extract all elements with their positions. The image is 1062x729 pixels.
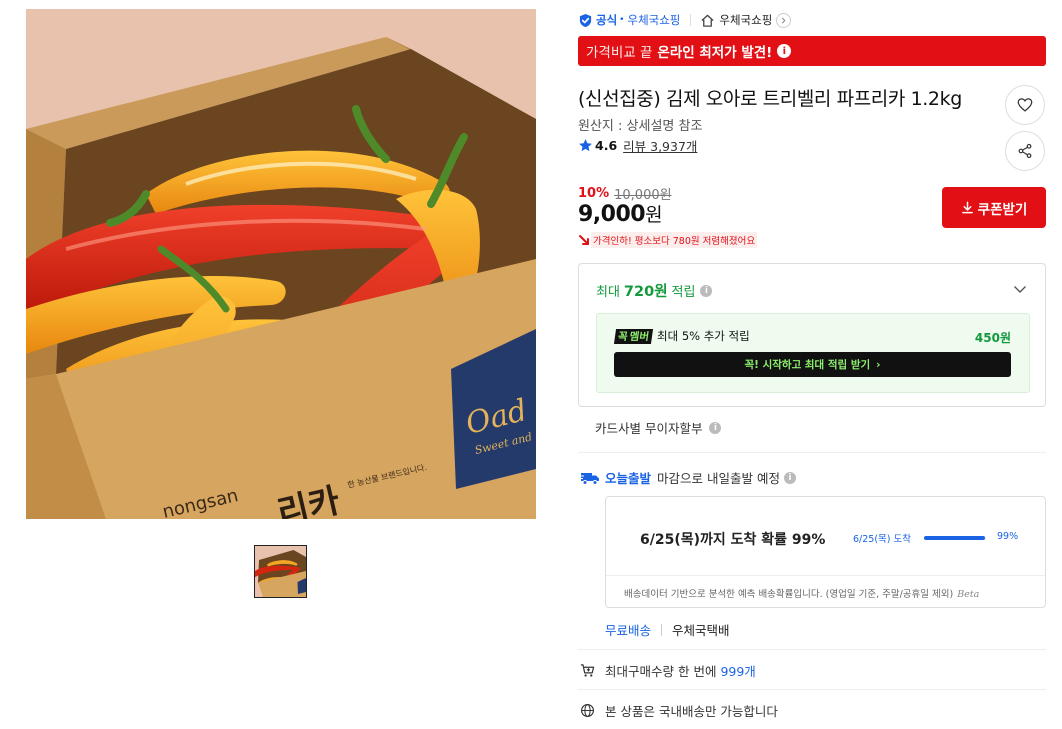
review-count-link[interactable]: 리뷰 3,937개 — [623, 136, 697, 155]
arrival-note: 배송데이터 기반으로 분석한 예측 배송확률입니다. (영업일 기준, 주말/공… — [624, 586, 979, 600]
points-info-icon[interactable]: i — [700, 284, 713, 297]
store-divider — [690, 14, 692, 26]
price-drop-row: 가격인하! 평소보다 780원 저렴해졌어요 — [578, 232, 758, 248]
member-logo-b: 멤버 — [628, 330, 650, 343]
section-divider — [578, 649, 1046, 650]
sale-price-number: 9,000 — [578, 202, 646, 227]
arrival-date-label: 6/25(목) 도착 — [853, 534, 911, 545]
card-installment-row[interactable]: 카드사별 무이자할부 i — [595, 418, 722, 437]
store-chevron-button[interactable] — [776, 12, 792, 28]
points-prefix: 최대 — [596, 285, 620, 300]
official-store-link[interactable]: 우체국쇼핑 — [627, 12, 680, 28]
arrival-note-text: 배송데이터 기반으로 분석한 예측 배송확률입니다. (영업일 기준, 주말/공… — [624, 589, 954, 600]
cart-icon — [580, 664, 595, 677]
arrival-probability-fill — [924, 536, 986, 540]
price-drop-note: 가격인하! 평소보다 780원 저렴해졌어요 — [591, 232, 758, 248]
member-cta-label: 꼭! 시작하고 최대 적립 받기 — [744, 359, 871, 371]
domestic-only-row: 본 상품은 국내배송만 가능합니다 — [580, 701, 778, 720]
arrival-probability-box: 6/25(목)까지 도착 확률 99% 6/25(목) 도착 99% 배송데이터… — [605, 496, 1046, 608]
member-benefit-box: 꼭 멤버 최대 5% 추가 적립 450원 꼭! 시작하고 최대 적립 받기 › — [596, 313, 1030, 393]
domestic-only-text: 본 상품은 국내배송만 가능합니다 — [605, 704, 778, 719]
shield-check-icon — [579, 13, 592, 27]
share-icon — [1018, 143, 1032, 159]
share-button[interactable] — [1005, 131, 1045, 171]
shipping-divider — [661, 623, 663, 636]
section-divider — [578, 452, 1046, 453]
rating-row: 4.6 리뷰 3,937개 — [578, 136, 697, 155]
truck-icon — [580, 472, 599, 485]
ship-deadline-text: 마감으로 내일출발 예정 — [657, 471, 780, 486]
delivery-info-icon[interactable]: i — [783, 471, 796, 484]
chevron-right-icon — [782, 17, 786, 23]
store-name-link[interactable]: 우체국쇼핑 — [719, 12, 772, 28]
member-signup-button[interactable]: 꼭! 시작하고 최대 적립 받기 › — [614, 352, 1011, 377]
price-down-icon — [579, 235, 589, 245]
chevron-down-icon[interactable] — [1012, 281, 1028, 297]
delivery-header: 오늘출발 마감으로 내일출발 예정 i — [580, 468, 796, 487]
points-amount: 720원 — [623, 284, 668, 300]
member-logo-a: 꼭 — [617, 330, 629, 343]
sale-price: 9,000원 — [578, 200, 663, 227]
today-ship-label: 오늘출발 — [605, 471, 652, 486]
home-icon — [701, 14, 714, 27]
beta-tag: Beta — [957, 589, 980, 600]
arrival-headline: 6/25(목)까지 도착 확률 99% — [640, 532, 826, 548]
points-panel: 최대 720원 적립 i 꼭 멤버 최대 5% 추가 적립 450원 꼭! 시작… — [578, 263, 1046, 407]
thumbnail-image — [255, 546, 306, 597]
paprika-box-illustration: Oad Sweet and nongsan 리카 한 농산물 브랜드입니다. — [26, 9, 536, 519]
arrival-percent: 99% — [997, 531, 1019, 542]
official-label: 공식 — [596, 13, 618, 27]
arrival-probability-bar — [924, 536, 986, 540]
points-suffix: 적립 — [671, 285, 696, 300]
banner-highlight: 온라인 최저가 발견! — [657, 45, 773, 61]
card-installment-text: 카드사별 무이자할부 — [595, 421, 703, 436]
rating-score: 4.6 — [595, 138, 618, 153]
coupon-download-button[interactable]: 쿠폰받기 — [942, 187, 1046, 228]
separator-dot: • — [619, 15, 625, 25]
lowest-price-banner[interactable]: 가격비교 끝 온라인 최저가 발견! i — [578, 36, 1046, 66]
product-thumbnail[interactable] — [254, 545, 307, 598]
star-icon — [579, 139, 592, 152]
official-badge[interactable]: 공식 — [578, 12, 617, 28]
member-logo: 꼭 멤버 — [613, 328, 654, 344]
member-benefit-text: 최대 5% 추가 적립 — [657, 329, 750, 343]
sale-price-unit: 원 — [645, 204, 663, 226]
carrier-name: 우체국택배 — [672, 623, 730, 638]
purchase-limit-text: 최대구매수량 한 번에 — [605, 664, 717, 679]
section-divider — [578, 689, 1046, 690]
store-row: 공식 • 우체국쇼핑 우체국쇼핑 — [578, 11, 792, 29]
product-origin: 원산지 : 상세설명 참조 — [578, 119, 703, 134]
member-points-amount: 450원 — [974, 331, 1011, 345]
arrival-divider — [606, 575, 1045, 576]
product-main-image: Oad Sweet and nongsan 리카 한 농산물 브랜드입니다. — [26, 9, 536, 519]
purchase-limit-row: 최대구매수량 한 번에 999개 — [580, 661, 756, 680]
discount-rate: 10% — [578, 186, 610, 201]
points-header[interactable]: 최대 720원 적립 i — [596, 280, 713, 301]
product-title: (신선집중) 김제 오아로 트리벨리 파프리카 1.2kg — [578, 88, 962, 110]
free-shipping-label: 무료배송 — [605, 623, 652, 638]
purchase-limit-qty: 999개 — [720, 664, 756, 679]
coupon-button-label: 쿠폰받기 — [977, 201, 1028, 218]
wishlist-button[interactable] — [1005, 85, 1045, 125]
chevron-right-icon: › — [876, 358, 881, 371]
info-icon[interactable]: i — [777, 44, 792, 58]
member-line: 꼭 멤버 최대 5% 추가 적립 — [613, 328, 750, 344]
download-icon — [961, 201, 973, 214]
banner-prefix: 가격비교 끝 — [586, 45, 653, 61]
shipping-row: 무료배송 우체국택배 — [605, 620, 730, 639]
heart-icon — [1017, 98, 1033, 112]
globe-icon — [581, 704, 594, 717]
installment-info-icon[interactable]: i — [709, 421, 722, 434]
